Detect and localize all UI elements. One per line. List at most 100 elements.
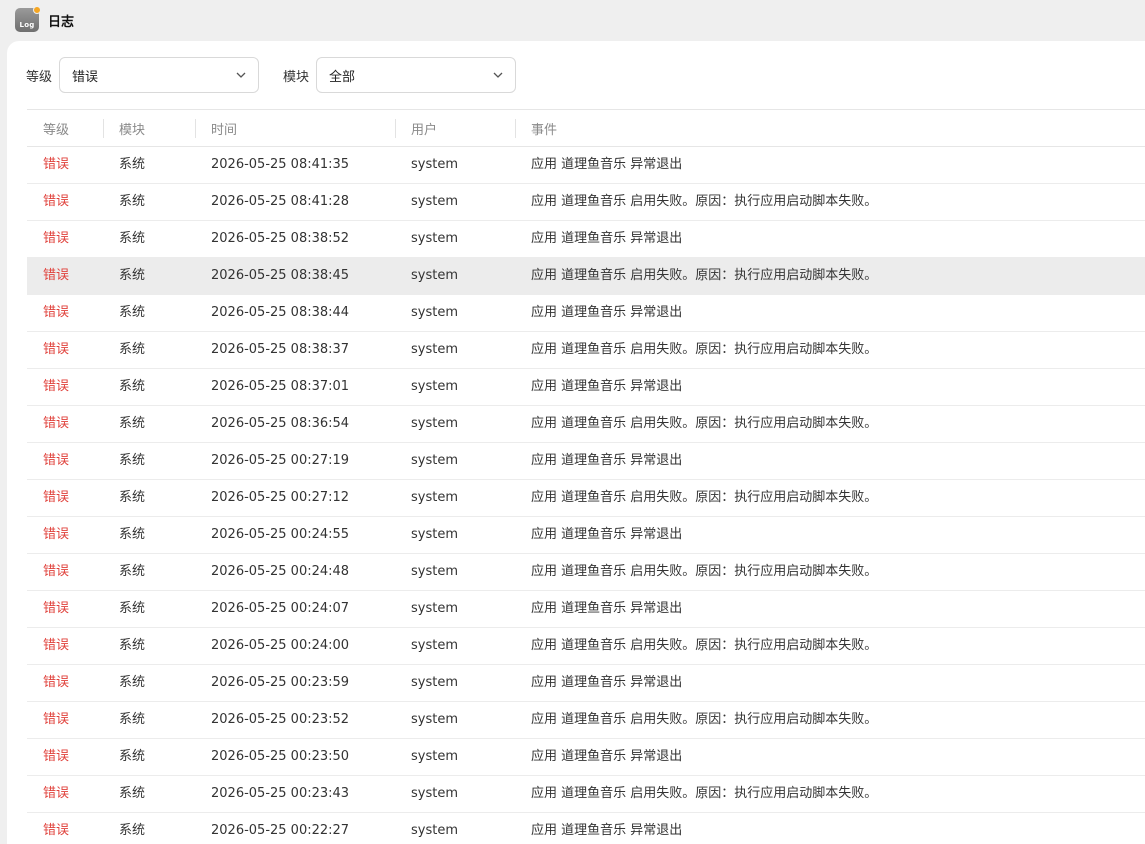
log-app-icon: Log: [15, 6, 41, 32]
row-event: 应用 道理鱼音乐 异常退出: [531, 453, 683, 468]
row-time: 2026-05-25 00:24:55: [211, 527, 350, 542]
row-event: 应用 道理鱼音乐 启用失败。原因：执行应用启动脚本失败。: [531, 194, 878, 209]
row-time: 2026-05-25 00:22:27: [211, 823, 350, 838]
column-divider[interactable]: [195, 119, 196, 138]
row-user: system: [411, 527, 458, 542]
row-user: system: [411, 342, 458, 357]
app-title: 日志: [48, 14, 75, 30]
table-row[interactable]: 错误 系统 2026-05-25 08:41:28 system 应用 道理鱼音乐 启用…: [27, 184, 1145, 221]
row-level: 错误: [43, 194, 70, 209]
table-row[interactable]: 错误 系统 2026-05-25 08:36:54 system 应用 道理鱼音乐 启用…: [27, 406, 1145, 443]
row-time: 2026-05-25 08:41:28: [211, 194, 350, 209]
column-divider[interactable]: [515, 119, 516, 138]
row-time: 2026-05-25 08:38:37: [211, 342, 350, 357]
row-time: 2026-05-25 08:38:45: [211, 268, 350, 283]
row-user: system: [411, 823, 458, 838]
row-user: system: [411, 749, 458, 764]
row-time: 2026-05-25 00:24:07: [211, 601, 350, 616]
level-select[interactable]: 错误: [59, 57, 260, 93]
row-module: 系统: [119, 749, 146, 764]
row-user: system: [411, 453, 458, 468]
header-event[interactable]: 事件: [531, 119, 557, 138]
row-level: 错误: [43, 527, 70, 542]
chevron-down-icon: [236, 72, 246, 78]
header-user[interactable]: 用户: [411, 119, 437, 138]
row-level: 错误: [43, 268, 70, 283]
table-row[interactable]: 错误 系统 2026-05-25 00:27:19 system 应用 道理鱼音乐 异常…: [27, 443, 1145, 480]
row-module: 系统: [119, 305, 146, 320]
row-level: 错误: [43, 157, 70, 172]
table-row[interactable]: 错误 系统 2026-05-25 08:38:52 system 应用 道理鱼音乐 异常…: [27, 221, 1145, 258]
table-row[interactable]: 错误 系统 2026-05-25 08:38:45 system 应用 道理鱼音乐 启用…: [27, 258, 1145, 295]
row-level: 错误: [43, 231, 70, 246]
row-level: 错误: [43, 490, 70, 505]
module-filter-label: 模块: [283, 69, 310, 85]
row-level: 错误: [43, 823, 70, 838]
row-event: 应用 道理鱼音乐 启用失败。原因：执行应用启动脚本失败。: [531, 638, 878, 653]
table-row[interactable]: 错误 系统 2026-05-25 08:38:44 system 应用 道理鱼音乐 异常…: [27, 295, 1145, 332]
table-row[interactable]: 错误 系统 2026-05-25 00:24:07 system 应用 道理鱼音乐 异常…: [27, 591, 1145, 628]
row-module: 系统: [119, 194, 146, 209]
row-user: system: [411, 416, 458, 431]
row-time: 2026-05-25 00:23:50: [211, 749, 350, 764]
row-user: system: [411, 712, 458, 727]
row-event: 应用 道理鱼音乐 启用失败。原因：执行应用启动脚本失败。: [531, 786, 878, 801]
row-user: system: [411, 638, 458, 653]
row-user: system: [411, 231, 458, 246]
column-divider[interactable]: [395, 119, 396, 138]
table-row[interactable]: 错误 系统 2026-05-25 00:22:27 system 应用 道理鱼音乐 异常…: [27, 813, 1145, 844]
row-module: 系统: [119, 601, 146, 616]
table-row[interactable]: 错误 系统 2026-05-25 08:37:01 system 应用 道理鱼音乐 异常…: [27, 369, 1145, 406]
row-event: 应用 道理鱼音乐 异常退出: [531, 527, 683, 542]
row-user: system: [411, 786, 458, 801]
header-level[interactable]: 等级: [43, 119, 69, 138]
row-event: 应用 道理鱼音乐 启用失败。原因：执行应用启动脚本失败。: [531, 342, 878, 357]
row-user: system: [411, 379, 458, 394]
row-user: system: [411, 268, 458, 283]
row-level: 错误: [43, 638, 70, 653]
table-row[interactable]: 错误 系统 2026-05-25 00:24:55 system 应用 道理鱼音乐 异常…: [27, 517, 1145, 554]
table-row[interactable]: 错误 系统 2026-05-25 00:27:12 system 应用 道理鱼音乐 启用…: [27, 480, 1145, 517]
row-level: 错误: [43, 675, 70, 690]
row-level: 错误: [43, 749, 70, 764]
row-user: system: [411, 305, 458, 320]
row-level: 错误: [43, 601, 70, 616]
row-module: 系统: [119, 712, 146, 727]
title-bar: Log 日志: [0, 0, 1145, 40]
table-row[interactable]: 错误 系统 2026-05-25 00:24:48 system 应用 道理鱼音乐 启用…: [27, 554, 1145, 591]
row-event: 应用 道理鱼音乐 异常退出: [531, 379, 683, 394]
row-time: 2026-05-25 00:27:12: [211, 490, 350, 505]
header-module[interactable]: 模块: [119, 119, 145, 138]
level-select-value: 错误: [72, 69, 99, 85]
module-select[interactable]: 全部: [316, 57, 517, 93]
column-divider[interactable]: [103, 119, 104, 138]
header-time[interactable]: 时间: [211, 119, 237, 138]
filter-bar: 等级 错误 模块 全部: [26, 57, 517, 93]
row-time: 2026-05-25 08:37:01: [211, 379, 350, 394]
row-event: 应用 道理鱼音乐 异常退出: [531, 823, 683, 838]
row-user: system: [411, 157, 458, 172]
table-row[interactable]: 错误 系统 2026-05-25 00:23:59 system 应用 道理鱼音乐 异常…: [27, 665, 1145, 702]
row-module: 系统: [119, 268, 146, 283]
table-row[interactable]: 错误 系统 2026-05-25 00:24:00 system 应用 道理鱼音乐 启用…: [27, 628, 1145, 665]
row-level: 错误: [43, 564, 70, 579]
table-row[interactable]: 错误 系统 2026-05-25 00:23:50 system 应用 道理鱼音乐 异常…: [27, 739, 1145, 776]
row-time: 2026-05-25 00:24:48: [211, 564, 350, 579]
row-event: 应用 道理鱼音乐 启用失败。原因：执行应用启动脚本失败。: [531, 490, 878, 505]
table-row[interactable]: 错误 系统 2026-05-25 08:41:35 system 应用 道理鱼音乐 异常…: [27, 147, 1145, 184]
row-event: 应用 道理鱼音乐 异常退出: [531, 231, 683, 246]
module-select-value: 全部: [329, 69, 356, 85]
row-level: 错误: [43, 712, 70, 727]
table-row[interactable]: 错误 系统 2026-05-25 08:38:37 system 应用 道理鱼音乐 启用…: [27, 332, 1145, 369]
log-icon-text: Log: [19, 21, 35, 29]
row-time: 2026-05-25 00:23:52: [211, 712, 350, 727]
row-module: 系统: [119, 786, 146, 801]
table-row[interactable]: 错误 系统 2026-05-25 00:23:43 system 应用 道理鱼音乐 启用…: [27, 776, 1145, 813]
row-user: system: [411, 194, 458, 209]
row-time: 2026-05-25 08:36:54: [211, 416, 350, 431]
row-event: 应用 道理鱼音乐 异常退出: [531, 675, 683, 690]
row-module: 系统: [119, 231, 146, 246]
row-event: 应用 道理鱼音乐 异常退出: [531, 305, 683, 320]
row-module: 系统: [119, 416, 146, 431]
table-row[interactable]: 错误 系统 2026-05-25 00:23:52 system 应用 道理鱼音乐 启用…: [27, 702, 1145, 739]
